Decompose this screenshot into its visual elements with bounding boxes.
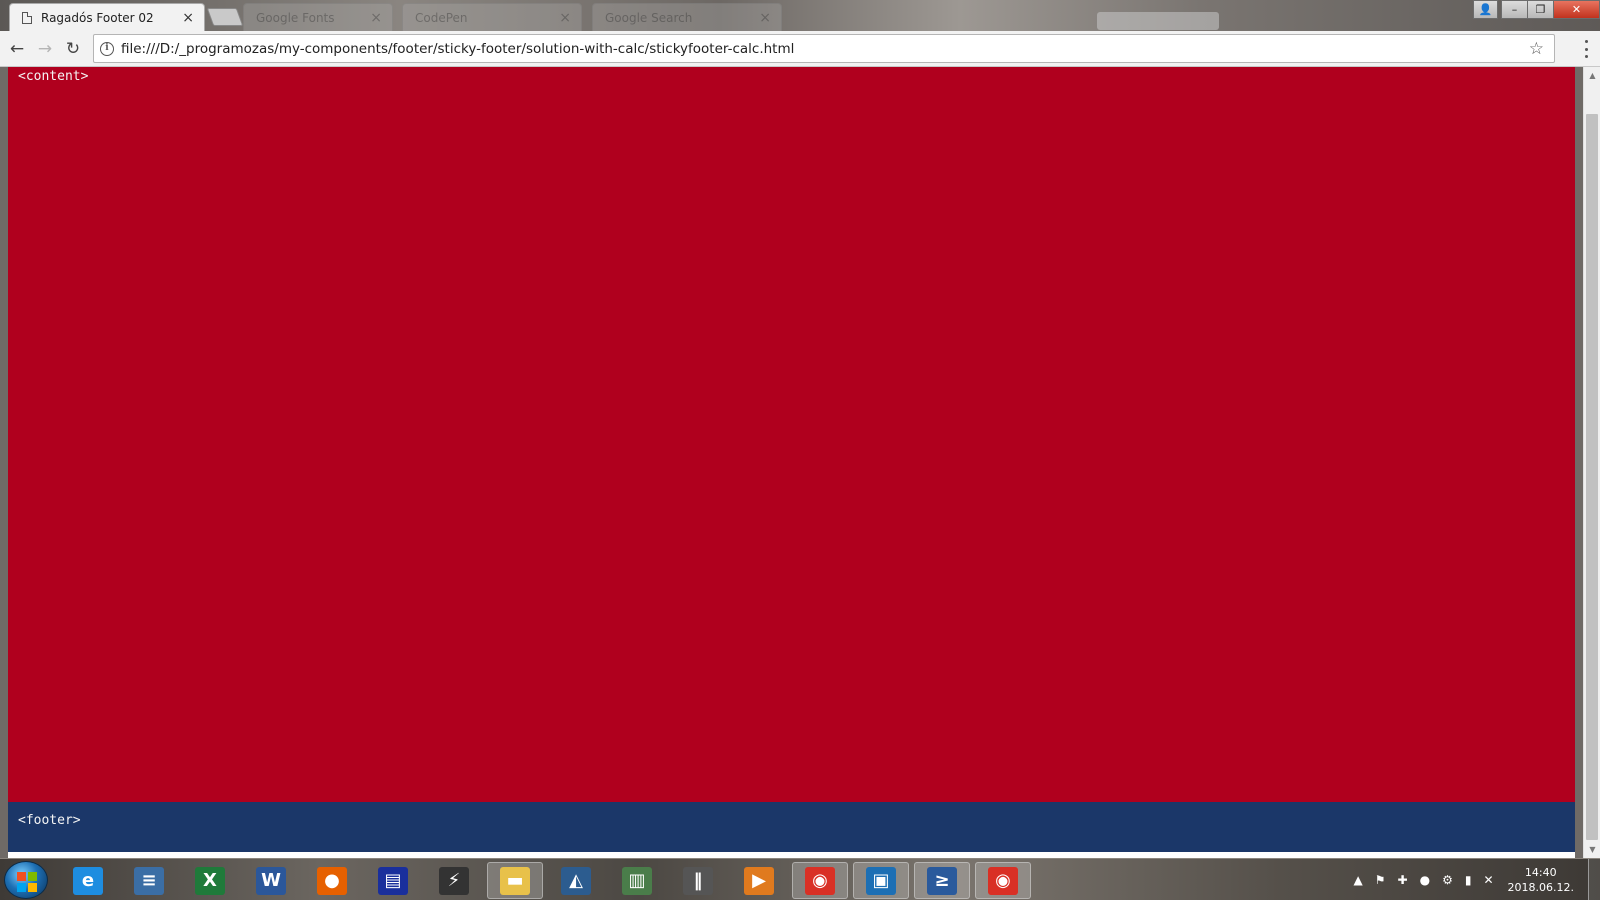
tab-title: CodePen	[415, 10, 468, 25]
system-tray: ▲ ⚑ ✚ ● ⚙ ▮ ✕ 14:40 2018.06.12.	[1348, 859, 1600, 900]
sourcetree-icon: ▣	[866, 866, 896, 895]
tab-title: Google Fonts	[256, 10, 335, 25]
taskbar-button[interactable]: ◉	[975, 862, 1031, 899]
windows-taskbar: e ≡ X W ● ▤ ⚡ ▬ ◭ ▥ ‖ ▶ ◉ ▣ ≥ ◉ ▲ ⚑ ✚ ● ⚙ ▮ ✕ 14:40 2018.06.1…	[0, 858, 1600, 900]
url-text[interactable]: file:///D:/_programozas/my-components/fo…	[121, 41, 1529, 57]
tab-close-icon[interactable]: ×	[182, 10, 194, 26]
show-desktop-button[interactable]	[1588, 859, 1600, 900]
scroll-up-icon[interactable]: ▲	[1584, 67, 1600, 84]
tray-icon[interactable]: ▮	[1465, 873, 1472, 887]
powershell-icon: ≥	[927, 866, 957, 895]
page-viewport: <content> <footer> ▲ ▼	[0, 67, 1600, 858]
restore-button[interactable]: ❐	[1527, 0, 1554, 19]
tab-title: Google Search	[605, 10, 693, 25]
word-icon: W	[256, 866, 286, 895]
scroll-thumb[interactable]	[1586, 114, 1598, 840]
vertical-scrollbar[interactable]: ▲ ▼	[1583, 67, 1600, 858]
taskbar-button[interactable]: ≥	[914, 862, 970, 899]
taskbar-button[interactable]: ⚡	[426, 862, 482, 899]
excel-icon: X	[195, 866, 225, 895]
page-body: <content> <footer>	[8, 67, 1575, 858]
sailboat-app-icon: ◭	[561, 866, 591, 895]
start-button[interactable]	[4, 861, 48, 899]
taskbar-button[interactable]: ▤	[365, 862, 421, 899]
tab-close-icon[interactable]: ×	[559, 10, 571, 26]
taskbar-button[interactable]: ●	[304, 862, 360, 899]
tab-active[interactable]: Ragadós Footer 02 ×	[9, 3, 205, 31]
reader-icon: ▥	[622, 866, 652, 895]
tab-title: Ragadós Footer 02	[41, 10, 154, 25]
tray-icon[interactable]: ●	[1420, 873, 1430, 887]
tab-inactive[interactable]: Google Fonts ×	[243, 3, 393, 31]
taskbar-button[interactable]: e	[60, 862, 116, 899]
taskbar-button[interactable]: ‖	[670, 862, 726, 899]
info-icon[interactable]: i	[100, 41, 114, 56]
tab-strip-blurred-element	[1097, 12, 1219, 30]
chrome-icon-2: ◉	[988, 866, 1018, 895]
taskbar-button[interactable]: ▬	[487, 862, 543, 899]
media-player-icon: ▶	[744, 866, 774, 895]
lightning-tool-icon: ⚡	[439, 866, 469, 895]
clock-date: 2018.06.12.	[1507, 881, 1574, 894]
bookmark-star-icon[interactable]: ☆	[1529, 39, 1544, 59]
footer-section: <footer>	[8, 802, 1575, 852]
content-label: <content>	[18, 69, 89, 84]
tray-icon[interactable]: ⚑	[1375, 873, 1386, 887]
tab-close-icon[interactable]: ×	[759, 10, 771, 26]
content-section: <content>	[8, 67, 1575, 802]
tab-close-icon[interactable]: ×	[370, 10, 382, 26]
browser-tab-strip: Ragadós Footer 02 × Google Fonts × CodeP…	[0, 0, 1600, 31]
minimize-button[interactable]: –	[1501, 0, 1528, 19]
tray-icon[interactable]: ▲	[1354, 873, 1363, 887]
file-manager-icon: ≡	[134, 866, 164, 895]
tab-inactive[interactable]: Google Search ×	[592, 3, 782, 31]
library-icon: ‖	[683, 866, 713, 895]
taskbar-button[interactable]: ◭	[548, 862, 604, 899]
taskbar-button[interactable]: ▶	[731, 862, 787, 899]
floppy-save-icon: ▤	[378, 866, 408, 895]
taskbar-button[interactable]: W	[243, 862, 299, 899]
footer-label: <footer>	[18, 813, 81, 828]
scroll-down-icon[interactable]: ▼	[1584, 841, 1600, 858]
taskbar-button[interactable]: ▥	[609, 862, 665, 899]
page-icon	[22, 11, 32, 24]
internet-explorer-icon: e	[73, 866, 103, 895]
taskbar-button[interactable]: X	[182, 862, 238, 899]
chrome-icon: ◉	[805, 866, 835, 895]
new-tab-button[interactable]	[206, 8, 244, 26]
user-profile-icon[interactable]: 👤	[1473, 0, 1498, 19]
tab-inactive[interactable]: CodePen ×	[402, 3, 582, 31]
folder-icon: ▬	[500, 866, 530, 895]
taskbar-button[interactable]: ▣	[853, 862, 909, 899]
clock[interactable]: 14:40 2018.06.12.	[1508, 865, 1574, 895]
browser-toolbar: ← → ↻ i file:///D:/_programozas/my-compo…	[0, 31, 1600, 67]
forward-button[interactable]: →	[35, 39, 55, 59]
back-button[interactable]: ←	[7, 39, 27, 59]
taskbar-button[interactable]: ≡	[121, 862, 177, 899]
tray-icon[interactable]: ✚	[1398, 873, 1408, 887]
tray-icon[interactable]: ✕	[1483, 873, 1493, 887]
browser-menu-icon[interactable]	[1584, 40, 1588, 58]
tray-icon[interactable]: ⚙	[1442, 873, 1453, 887]
firefox-icon: ●	[317, 866, 347, 895]
close-window-button[interactable]: ✕	[1553, 0, 1600, 19]
address-bar[interactable]: i file:///D:/_programozas/my-components/…	[93, 34, 1555, 63]
window-controls: 👤 – ❐ ✕	[1473, 0, 1600, 19]
clock-time: 14:40	[1524, 866, 1557, 879]
reload-button[interactable]: ↻	[63, 39, 83, 59]
taskbar-button[interactable]: ◉	[792, 862, 848, 899]
